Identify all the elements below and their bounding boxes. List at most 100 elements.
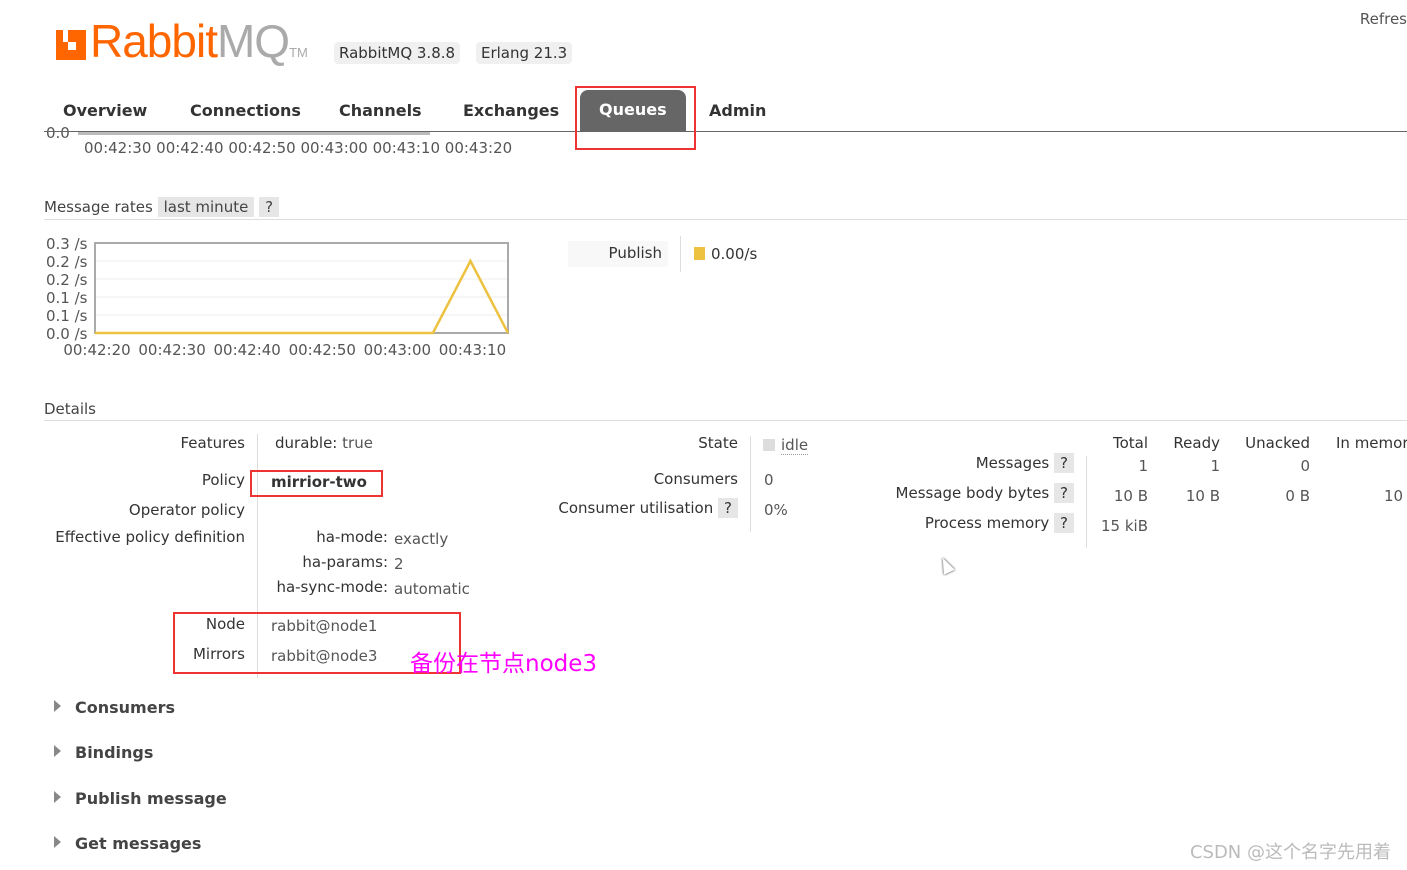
version-badge: RabbitMQ 3.8.8 xyxy=(334,42,461,64)
publish-rate: 0.00/s xyxy=(711,245,758,263)
erlang-badge: Erlang 21.3 xyxy=(476,42,573,64)
expander-get-messages[interactable]: Get messages xyxy=(54,834,201,853)
ha-sync-mode-key: ha-sync-mode: xyxy=(276,578,388,596)
messages-total: 1 xyxy=(1138,457,1148,475)
bytes-ready: 10 B xyxy=(1185,487,1220,505)
ha-params-key: ha-params: xyxy=(302,553,388,571)
range-selector[interactable]: last minute xyxy=(157,197,255,217)
header-unacked: Unacked xyxy=(1245,434,1310,452)
state-text: idle xyxy=(781,436,809,455)
label-text: Consumer utilisation xyxy=(558,499,714,517)
expander-label: Get messages xyxy=(75,834,202,853)
expander-label: Consumers xyxy=(75,698,175,717)
ha-mode-key: ha-mode: xyxy=(316,528,388,546)
messages-ready: 1 xyxy=(1210,457,1220,475)
consumers-label: Consumers xyxy=(653,470,738,488)
header-total: Total xyxy=(1112,434,1148,452)
bytes-total: 10 B xyxy=(1113,487,1148,505)
operator-policy-label: Operator policy xyxy=(128,501,245,519)
x-tick-label: 00:42:30 xyxy=(138,341,205,359)
expander-consumers[interactable]: Consumers xyxy=(54,698,175,717)
rabbitmq-logo[interactable]: RabbitMQTM xyxy=(56,16,308,78)
main-nav: Overview Connections Channels Exchanges … xyxy=(44,88,1407,132)
message-rates-header: Message rates last minute ? xyxy=(44,197,280,217)
mouse-cursor-icon xyxy=(937,555,955,575)
details-header: Details xyxy=(44,400,97,418)
y-tick-label: 0.2 /s xyxy=(46,253,88,271)
messages-label: Messages ? xyxy=(975,453,1074,473)
x-tick-label: 00:43:10 xyxy=(439,341,506,359)
highlight-box xyxy=(575,86,696,150)
publish-swatch-icon xyxy=(694,247,705,260)
divider xyxy=(750,436,751,532)
y-tick-label: 0.1 /s xyxy=(46,289,88,307)
message-rates-chart: 0.3 /s0.2 /s0.2 /s0.1 /s0.1 /s0.0 /s00:4… xyxy=(46,235,510,359)
caret-right-icon xyxy=(54,700,61,712)
expander-label: Bindings xyxy=(75,743,154,762)
ha-mode-value: exactly xyxy=(394,530,449,548)
x-ticks-remnant: 00:42:30 00:42:40 00:42:50 00:43:00 00:4… xyxy=(84,139,512,157)
help-button[interactable]: ? xyxy=(1054,453,1074,473)
help-button[interactable]: ? xyxy=(1054,513,1074,533)
features-label: Features xyxy=(180,434,246,452)
state-label: State xyxy=(698,434,738,452)
header-ready: Ready xyxy=(1173,434,1220,452)
expander-publish-message[interactable]: Publish message xyxy=(54,789,227,808)
label-text: Process memory xyxy=(924,514,1050,532)
tab-channels[interactable]: Channels xyxy=(320,88,441,131)
caret-right-icon xyxy=(54,836,61,848)
feature-val: true xyxy=(342,434,373,452)
chart-border xyxy=(78,132,430,135)
effective-policy-label: Effective policy definition xyxy=(55,528,245,546)
rabbit-logo-icon xyxy=(56,30,86,60)
x-tick: 00:43:10 xyxy=(372,139,440,157)
help-button[interactable]: ? xyxy=(1054,483,1074,503)
legend-publish-label: Publish xyxy=(568,241,668,267)
x-tick: 00:42:50 xyxy=(228,139,296,157)
tab-overview[interactable]: Overview xyxy=(44,88,166,131)
highlight-box xyxy=(250,470,383,497)
consumers-value: 0 xyxy=(764,471,774,489)
caret-right-icon xyxy=(54,745,61,757)
x-tick-label: 00:42:40 xyxy=(213,341,280,359)
consumer-utilisation-label: Consumer utilisation ? xyxy=(558,498,738,518)
bytes-in-memory: 10 xyxy=(1384,487,1404,505)
label-text: Message body bytes xyxy=(895,484,1050,502)
y-tick-label: 0.2 /s xyxy=(46,271,88,289)
tab-connections[interactable]: Connections xyxy=(171,88,320,131)
divider xyxy=(680,236,681,272)
y-tick-label: 0.3 /s xyxy=(46,235,88,253)
divider xyxy=(44,219,1407,220)
x-tick: 00:43:20 xyxy=(444,139,513,157)
process-memory-label: Process memory ? xyxy=(924,513,1074,533)
features-value: durable: true xyxy=(275,434,373,452)
x-tick-label: 00:42:50 xyxy=(289,341,356,359)
watermark: CSDN @这个名字先用着 xyxy=(1189,842,1391,863)
process-memory-value: 15 kiB xyxy=(1101,517,1148,535)
refresh-label[interactable]: Refres xyxy=(1360,10,1407,28)
expander-label: Publish message xyxy=(75,789,227,808)
tab-exchanges[interactable]: Exchanges xyxy=(444,88,578,131)
ha-params-value: 2 xyxy=(394,555,404,573)
caret-right-icon xyxy=(54,791,61,803)
divider xyxy=(1086,456,1087,548)
label-text: Messages xyxy=(975,454,1050,472)
policy-label: Policy xyxy=(201,471,245,489)
bytes-unacked: 0 B xyxy=(1285,487,1310,505)
feature-key: durable: xyxy=(275,434,338,452)
help-button[interactable]: ? xyxy=(259,197,280,217)
messages-unacked: 0 xyxy=(1300,457,1310,475)
x-tick: 00:43:00 xyxy=(300,139,368,157)
ha-sync-mode-value: automatic xyxy=(394,580,470,598)
section-title: Message rates xyxy=(44,198,153,216)
x-tick: 00:42:30 xyxy=(84,139,152,157)
tab-admin[interactable]: Admin xyxy=(690,88,785,131)
x-tick-label: 00:43:00 xyxy=(364,341,431,359)
y-tick-label: 0.1 /s xyxy=(46,307,88,325)
state-indicator-icon xyxy=(763,439,775,451)
expander-bindings[interactable]: Bindings xyxy=(54,743,153,762)
state-value: idle xyxy=(763,436,809,455)
help-button[interactable]: ? xyxy=(718,498,738,518)
plot-border xyxy=(94,242,509,334)
x-tick-label: 00:42:20 xyxy=(63,341,130,359)
